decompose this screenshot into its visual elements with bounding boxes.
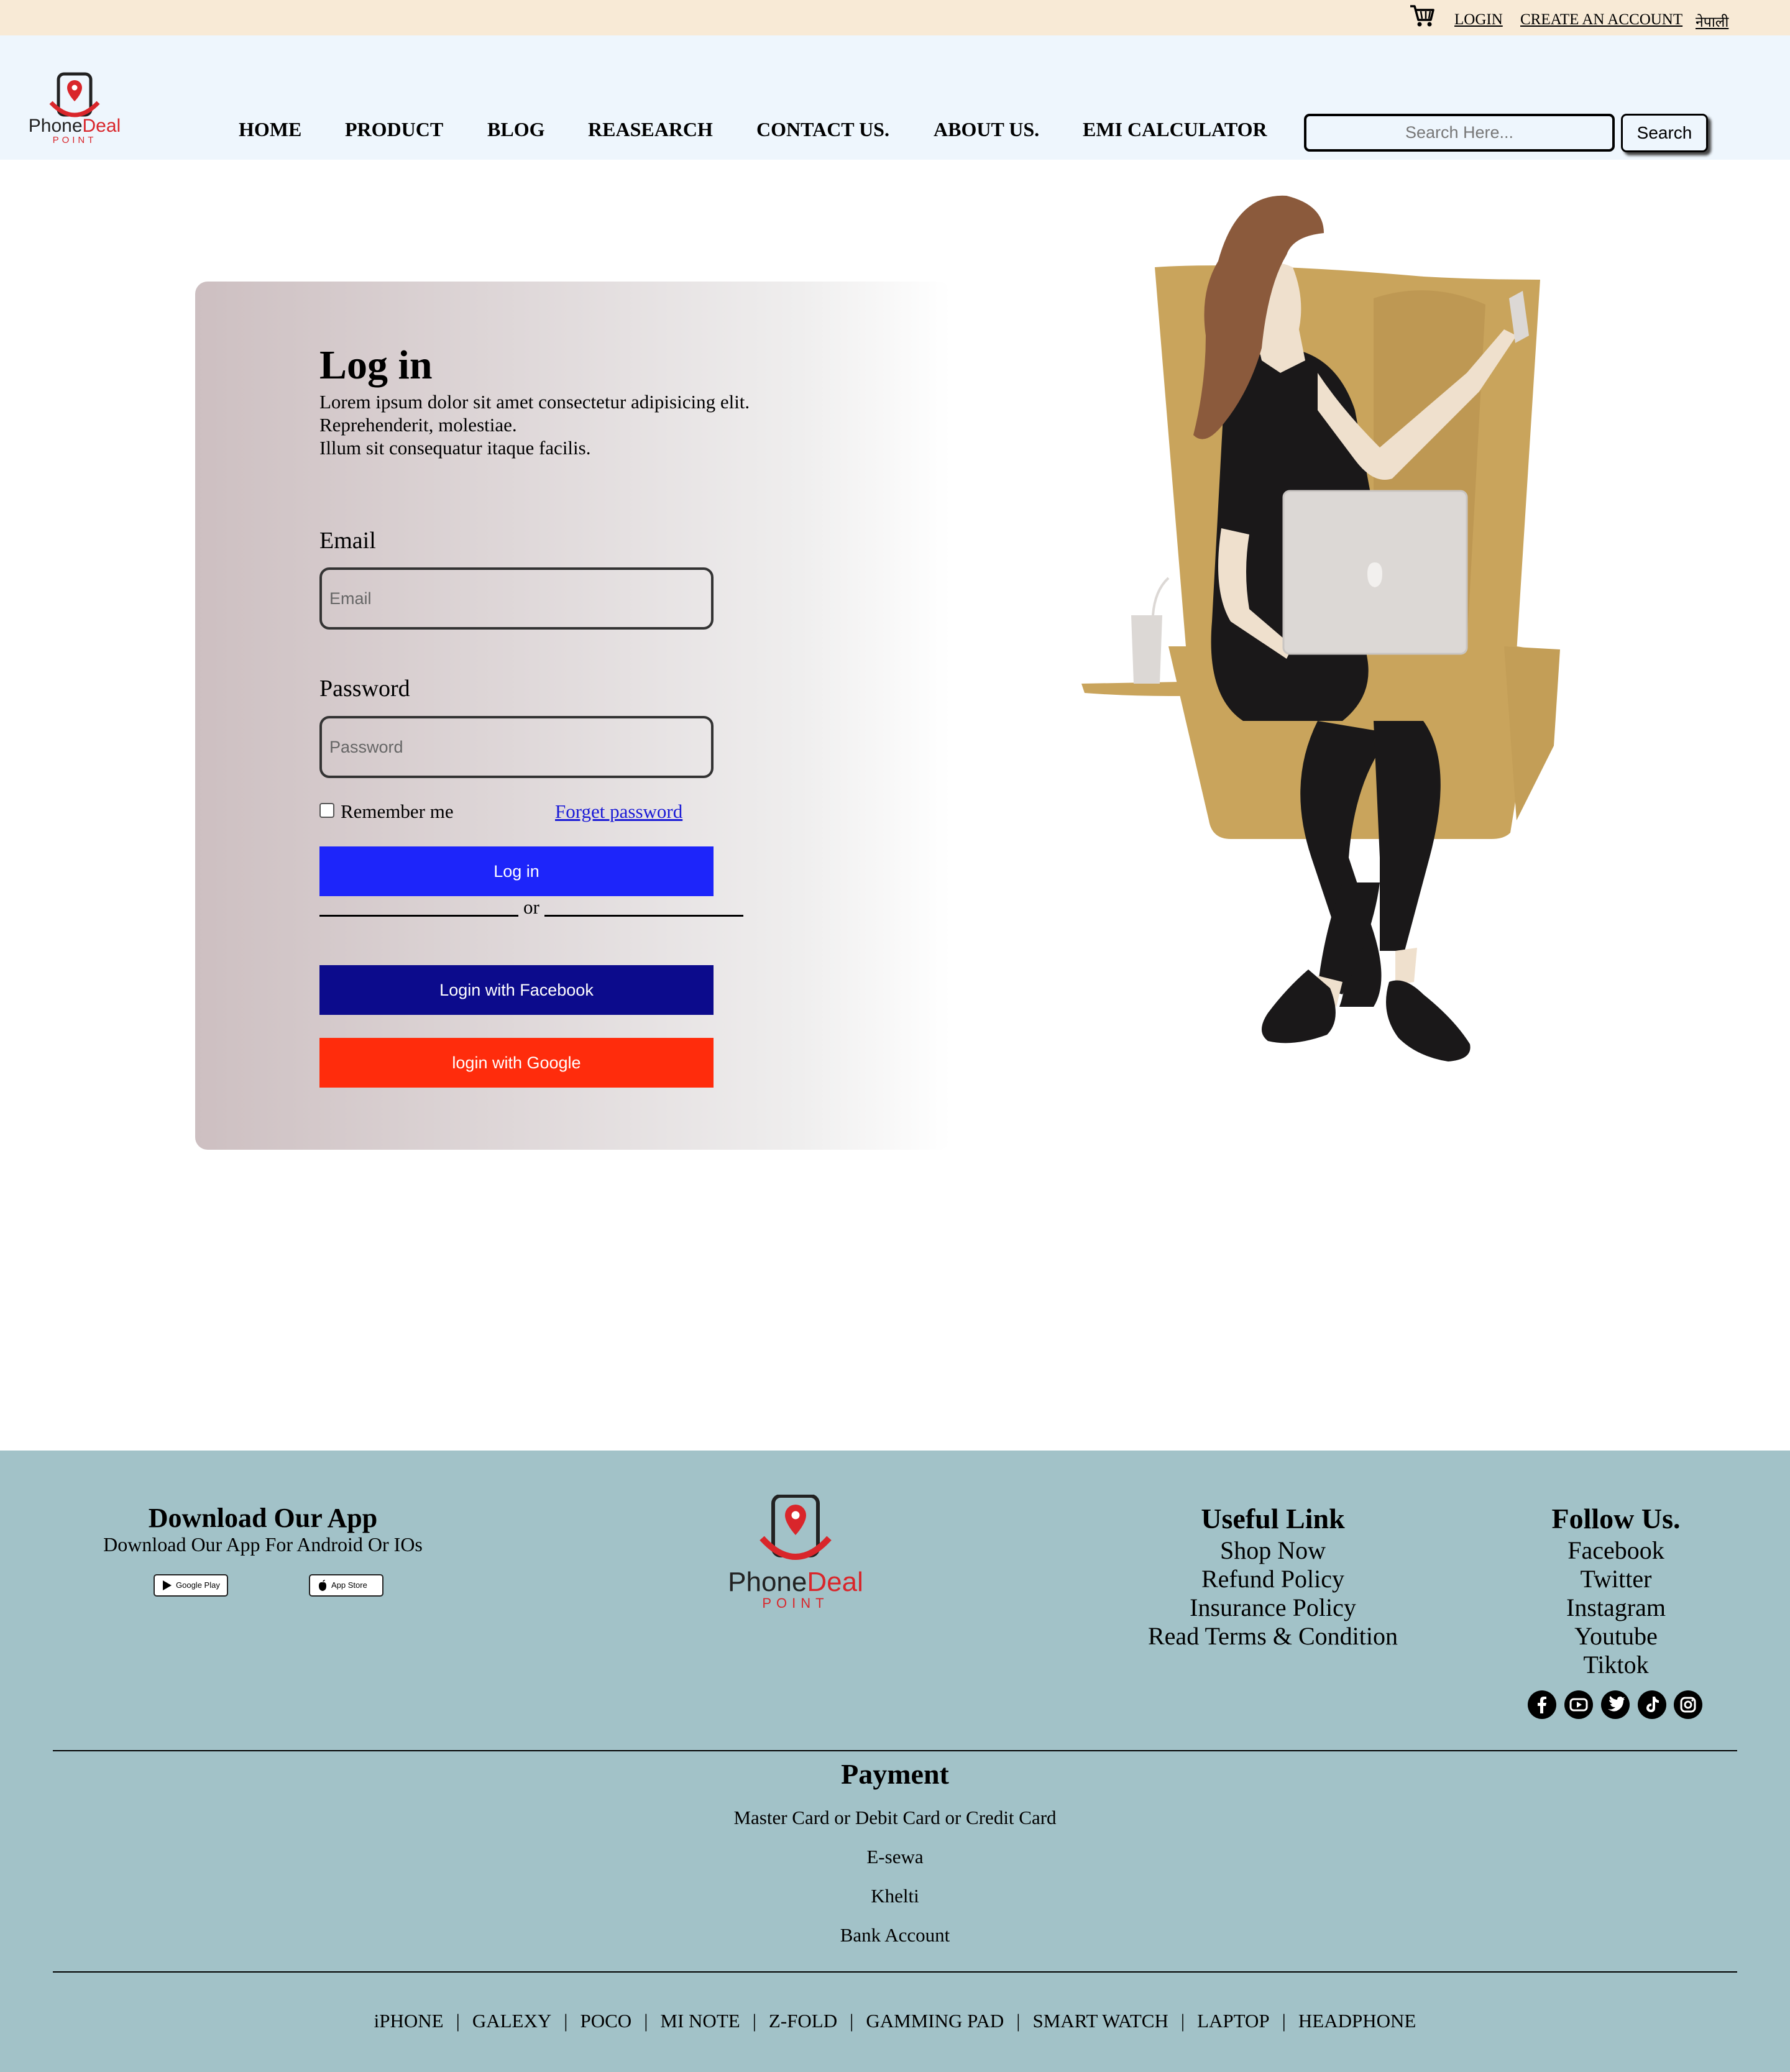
nav-separator: | (564, 2010, 568, 2032)
category-link-laptop[interactable]: LAPTOP (1197, 2010, 1270, 2032)
category-link-gaming-pad[interactable]: GAMMING PAD (866, 2010, 1004, 2032)
login-description-line: Reprehenderit, molestiae. (319, 414, 517, 436)
follow-link-tiktok[interactable]: Tiktok (1492, 1651, 1740, 1679)
footer-category-nav: iPHONE | GALEXY | POCO | MI NOTE | Z-FOLD | GAMMIN… (0, 2010, 1790, 2032)
or-divider-right (544, 915, 743, 917)
instagram-icon[interactable] (1674, 1690, 1702, 1719)
shopping-cart-icon[interactable] (1408, 2, 1436, 29)
google-play-label: Google Play (176, 1580, 220, 1590)
category-link-iphone[interactable]: iPHONE (374, 2010, 444, 2032)
woman-on-chair-illustration (1081, 195, 1560, 1061)
footer-logo[interactable]: PhoneDeal POINT (721, 1494, 870, 1613)
payment-item: E-sewa (866, 1846, 924, 1868)
apple-icon (319, 1580, 326, 1591)
useful-link-refund-policy[interactable]: Refund Policy (1118, 1565, 1428, 1593)
login-button[interactable]: Log in (319, 846, 714, 896)
top-utility-bar: LOGIN CREATE AN ACCOUNT नेपाली (0, 0, 1790, 35)
useful-link-insurance-policy[interactable]: Insurance Policy (1118, 1593, 1428, 1622)
category-link-headphone[interactable]: HEADPHONE (1298, 2010, 1416, 2032)
tiktok-icon[interactable] (1638, 1690, 1666, 1719)
category-link-mi-note[interactable]: MI NOTE (660, 2010, 740, 2032)
payment-item: Bank Account (840, 1924, 950, 1946)
nav-separator: | (850, 2010, 854, 2032)
nav-separator: | (1282, 2010, 1286, 2032)
nav-home[interactable]: HOME (239, 118, 301, 141)
password-field[interactable]: Password (319, 716, 714, 778)
category-link-galaxy[interactable]: GALEXY (472, 2010, 551, 2032)
useful-links-title: Useful Link (1201, 1503, 1345, 1534)
follow-us-column: Follow Us. Facebook Twitter Instagram Yo… (1492, 1501, 1740, 1679)
app-store-badge[interactable]: App Store (309, 1574, 383, 1597)
login-title: Log in (319, 342, 433, 388)
nav-separator: | (1016, 2010, 1021, 2032)
nav-emi-calculator[interactable]: EMI CALCULATOR (1083, 118, 1267, 141)
nav-separator: | (456, 2010, 460, 2032)
nav-product[interactable]: PRODUCT (345, 118, 443, 141)
nav-blog[interactable]: BLOG (487, 118, 544, 141)
site-logo[interactable]: PhoneDeal POINT (24, 34, 126, 149)
useful-links-column: Useful Link Shop Now Refund Policy Insur… (1118, 1501, 1428, 1651)
remember-me-label[interactable]: Remember me (341, 800, 454, 823)
remember-me-checkbox[interactable] (319, 803, 334, 818)
nav-separator: | (644, 2010, 648, 2032)
logo-text-main: Phone (28, 116, 83, 136)
forget-password-link[interactable]: Forget password (555, 800, 682, 823)
search-input[interactable]: Search Here... (1304, 114, 1615, 152)
google-play-icon (163, 1580, 172, 1590)
follow-us-title: Follow Us. (1551, 1503, 1681, 1534)
nav-separator: | (752, 2010, 756, 2032)
login-link[interactable]: LOGIN (1454, 11, 1503, 29)
google-play-badge[interactable]: Google Play (154, 1574, 228, 1597)
search-button[interactable]: Search (1621, 114, 1708, 152)
or-divider-left (319, 915, 518, 917)
or-divider-text: or (523, 896, 539, 918)
follow-link-facebook[interactable]: Facebook (1492, 1536, 1740, 1565)
app-store-label: App Store (331, 1580, 367, 1590)
nav-contact-us[interactable]: CONTACT US. (756, 118, 889, 141)
download-app-subtitle: Download Our App For Android Or IOs (103, 1533, 423, 1556)
category-link-z-fold[interactable]: Z-FOLD (769, 2010, 837, 2032)
category-link-poco[interactable]: POCO (580, 2010, 631, 2032)
youtube-icon[interactable] (1564, 1690, 1593, 1719)
follow-link-youtube[interactable]: Youtube (1492, 1622, 1740, 1651)
follow-link-twitter[interactable]: Twitter (1492, 1565, 1740, 1593)
login-with-facebook-button[interactable]: Login with Facebook (319, 965, 714, 1015)
footer-divider (53, 1971, 1737, 1973)
twitter-icon[interactable] (1601, 1690, 1630, 1719)
nav-separator: | (1180, 2010, 1185, 2032)
email-field[interactable]: Email (319, 567, 714, 630)
create-account-link[interactable]: CREATE AN ACCOUNT (1520, 11, 1682, 29)
logo-text-main: Phone (728, 1567, 807, 1597)
useful-link-shop-now[interactable]: Shop Now (1118, 1536, 1428, 1565)
nav-about-us[interactable]: ABOUT US. (934, 118, 1039, 141)
nav-research[interactable]: REASEARCH (588, 118, 713, 141)
email-label: Email (319, 528, 376, 554)
password-label: Password (319, 676, 410, 702)
logo-text-accent: Deal (807, 1567, 863, 1597)
language-link[interactable]: नेपाली (1696, 11, 1728, 31)
payment-item: Khelti (871, 1885, 919, 1907)
login-description: Lorem ipsum dolor sit amet consectetur a… (319, 390, 879, 459)
payment-title: Payment (841, 1758, 949, 1790)
logo-subtext: POINT (762, 1595, 829, 1611)
follow-link-instagram[interactable]: Instagram (1492, 1593, 1740, 1622)
useful-link-terms[interactable]: Read Terms & Condition (1118, 1622, 1428, 1651)
phone-location-logo-icon (760, 1494, 832, 1560)
logo-subtext: POINT (52, 135, 97, 145)
logo-text-accent: Deal (82, 116, 121, 136)
footer-divider (53, 1750, 1737, 1751)
login-description-line: Illum sit consequatur itaque facilis. (319, 437, 591, 459)
facebook-icon[interactable] (1528, 1690, 1556, 1719)
login-description-line: Lorem ipsum dolor sit amet consectetur a… (319, 391, 750, 413)
download-app-title: Download Our App (148, 1503, 378, 1533)
payment-item: Master Card or Debit Card or Credit Card (733, 1807, 1057, 1828)
login-with-google-button[interactable]: login with Google (319, 1038, 714, 1088)
category-link-smart-watch[interactable]: SMART WATCH (1033, 2010, 1168, 2032)
